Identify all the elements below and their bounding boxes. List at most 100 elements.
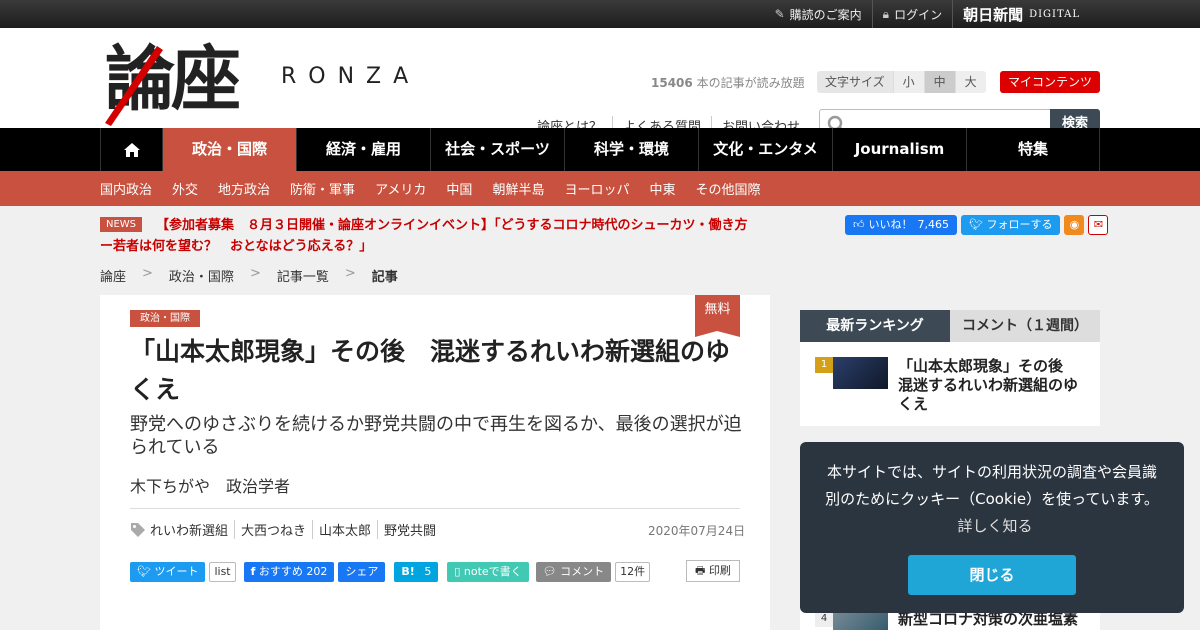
facebook-like-label: いいね！	[868, 218, 913, 231]
asahi-digital-logo[interactable]: 朝日新聞 DIGITAL	[952, 0, 1080, 28]
cookie-more-link[interactable]: 詳しく知る	[957, 517, 1032, 535]
twitter-follow-button[interactable]: 🐦︎ フォローする	[961, 215, 1061, 235]
subnav-other[interactable]: その他国際	[695, 179, 760, 198]
font-size-medium-button[interactable]: 中	[923, 71, 955, 93]
facebook-recommend-button[interactable]: f おすすめ 202	[243, 562, 335, 582]
ranking-item[interactable]: 1 「山本太郎現象」その後 混迷するれいわ新選組のゆくえ	[800, 342, 1100, 426]
comment-button[interactable]: 💬︎ コメント	[535, 562, 612, 582]
hatena-label: B!	[401, 565, 415, 578]
subnav-local[interactable]: 地方政治	[218, 179, 270, 198]
asahi-brand: 朝日新聞	[963, 5, 1024, 24]
cookie-message: 本サイトでは、サイトの利用状況の調査や会員識別のためにクッキー（Cookie）を…	[825, 463, 1159, 508]
font-size-label: 文字サイズ	[817, 71, 893, 93]
rss-button[interactable]: ◉	[1064, 215, 1085, 235]
lock-icon: 🔒︎	[882, 6, 890, 21]
tag-link[interactable]: れいわ新選組	[150, 520, 234, 539]
hatena-count: 5	[424, 565, 432, 578]
tab-comment-ranking[interactable]: コメント（１週間）	[950, 310, 1100, 342]
subscribe-label: 購読のご案内	[789, 7, 862, 22]
tag-icon	[131, 522, 145, 537]
rss-icon: ◉	[1069, 218, 1080, 231]
breadcrumb-separator: >	[249, 266, 261, 281]
ronza-logo[interactable]: 論座 RONZA	[105, 38, 445, 128]
nav-home[interactable]	[100, 128, 162, 171]
ranking-number: 4	[815, 611, 833, 627]
thumbs-up-icon: 👍︎	[853, 218, 865, 231]
speech-bubble-icon: 💬︎	[542, 565, 557, 578]
mail-icon: ✉	[1093, 218, 1104, 231]
mail-button[interactable]: ✉	[1088, 215, 1109, 235]
nav-economy[interactable]: 経済・雇用	[296, 128, 430, 171]
subscribe-link[interactable]: ✎ 購読のご案内	[765, 0, 872, 28]
note-button[interactable]: ▯ noteで書く	[447, 562, 529, 582]
nav-features[interactable]: 特集	[966, 128, 1100, 171]
home-icon	[123, 142, 140, 157]
font-size-large-button[interactable]: 大	[954, 71, 986, 93]
print-button[interactable]: 🖶 印刷	[686, 560, 740, 582]
login-link[interactable]: 🔒︎ ログイン	[871, 0, 952, 28]
tag-link[interactable]: 山本太郎	[312, 520, 377, 539]
edit-icon: ✎	[774, 7, 785, 21]
breadcrumb-current: 記事	[371, 270, 398, 285]
site-header: 論座 RONZA 15406 本の記事が読み放題 文字サイズ 小 中 大 マイコ…	[0, 28, 1200, 139]
article-title: 「山本太郎現象」その後 混迷するれいわ新選組のゆくえ	[130, 337, 731, 404]
cookie-message-container: 本サイトでは、サイトの利用状況の調査や会員識別のためにクッキー（Cookie）を…	[820, 459, 1164, 540]
note-icon: ▯	[454, 565, 461, 578]
article-tags: れいわ新選組 大西つねき 山本太郎 野党共闘	[130, 520, 442, 539]
cookie-consent-banner: 本サイトでは、サイトの利用状況の調査や会員識別のためにクッキー（Cookie）を…	[800, 442, 1184, 613]
breadcrumb: 論座 > 政治・国際 > 記事一覧 > 記事	[100, 266, 398, 285]
subnav-diplomacy[interactable]: 外交	[172, 179, 198, 198]
printer-icon: 🖶	[695, 564, 706, 577]
twitter-bird-icon: 🐦︎	[969, 218, 983, 231]
tweet-button[interactable]: 🐦︎ ツイート	[130, 562, 206, 582]
nav-science[interactable]: 科学・環境	[564, 128, 698, 171]
ranking-thumbnail	[833, 357, 888, 389]
main-nav: 政治・国際 経済・雇用 社会・スポーツ 科学・環境 文化・エンタメ Journa…	[0, 128, 1200, 171]
subnav-korea[interactable]: 朝鮮半島	[492, 179, 544, 198]
article-date: 2020年07月24日	[648, 524, 746, 538]
font-size-small-button[interactable]: 小	[892, 71, 924, 93]
news-link[interactable]: 【参加者募集 ８月３日開催・論座オンラインイベント】「どうするコロナ時代のシュー…	[100, 215, 750, 257]
news-badge: NEWS	[100, 217, 143, 232]
free-badge: 無料	[695, 295, 740, 337]
breadcrumb-list[interactable]: 記事一覧	[277, 266, 329, 285]
subnav-america[interactable]: アメリカ	[375, 179, 426, 198]
nav-politics[interactable]: 政治・国際	[162, 128, 296, 171]
breadcrumb-category[interactable]: 政治・国際	[169, 266, 234, 285]
ranking-title: 「山本太郎現象」その後 混迷するれいわ新選組のゆくえ	[898, 357, 1079, 413]
nav-journalism[interactable]: Journalism	[832, 128, 966, 171]
article-divider	[130, 508, 740, 509]
breadcrumb-home[interactable]: 論座	[100, 266, 126, 285]
tag-link[interactable]: 大西つねき	[234, 520, 312, 539]
subnav-middle-east[interactable]: 中東	[649, 179, 675, 198]
article-subtitle: 野党へのゆさぶりを続けるか野党共闘の中で再生を図るか、最後の選択が迫られている	[130, 414, 742, 458]
article-count-suffix: 本の記事が読み放題	[696, 76, 805, 90]
font-size-switcher: 文字サイズ 小 中 大	[817, 71, 986, 93]
tab-latest-ranking[interactable]: 最新ランキング	[800, 310, 950, 342]
breadcrumb-separator: >	[344, 266, 356, 281]
comment-count[interactable]: 12件	[615, 562, 651, 582]
nav-culture[interactable]: 文化・エンタメ	[698, 128, 832, 171]
facebook-like-count: 7,465	[917, 218, 950, 231]
my-contents-button[interactable]: マイコンテンツ	[1000, 71, 1100, 93]
article-category-label[interactable]: 政治・国際	[130, 310, 200, 327]
breadcrumb-separator: >	[142, 266, 153, 281]
tweet-label: ツイート	[154, 565, 199, 578]
subnav-europe[interactable]: ヨーロッパ	[564, 179, 629, 198]
twitter-list-count[interactable]: list	[209, 562, 236, 582]
subnav-domestic[interactable]: 国内政治	[100, 179, 152, 198]
article-author[interactable]: 木下ちがや 政治学者	[130, 473, 290, 497]
facebook-share-button[interactable]: シェア	[338, 562, 386, 582]
nav-society[interactable]: 社会・スポーツ	[430, 128, 564, 171]
facebook-like-button[interactable]: 👍︎ いいね！ 7,465	[845, 215, 957, 235]
hatena-bookmark-button[interactable]: B! 5	[394, 562, 439, 582]
subnav-defense[interactable]: 防衛・軍事	[290, 179, 355, 198]
ranking-tabs: 最新ランキング コメント（１週間）	[800, 310, 1100, 342]
tag-link[interactable]: 野党共闘	[377, 520, 442, 539]
facebook-icon: f	[250, 565, 256, 578]
cookie-close-button[interactable]: 閉じる	[908, 555, 1076, 595]
subnav-china[interactable]: 中国	[446, 179, 472, 198]
asahi-brand-sub: DIGITAL	[1029, 8, 1080, 20]
ranking-number: 1	[815, 357, 833, 373]
logo-latin: RONZA	[281, 64, 421, 89]
